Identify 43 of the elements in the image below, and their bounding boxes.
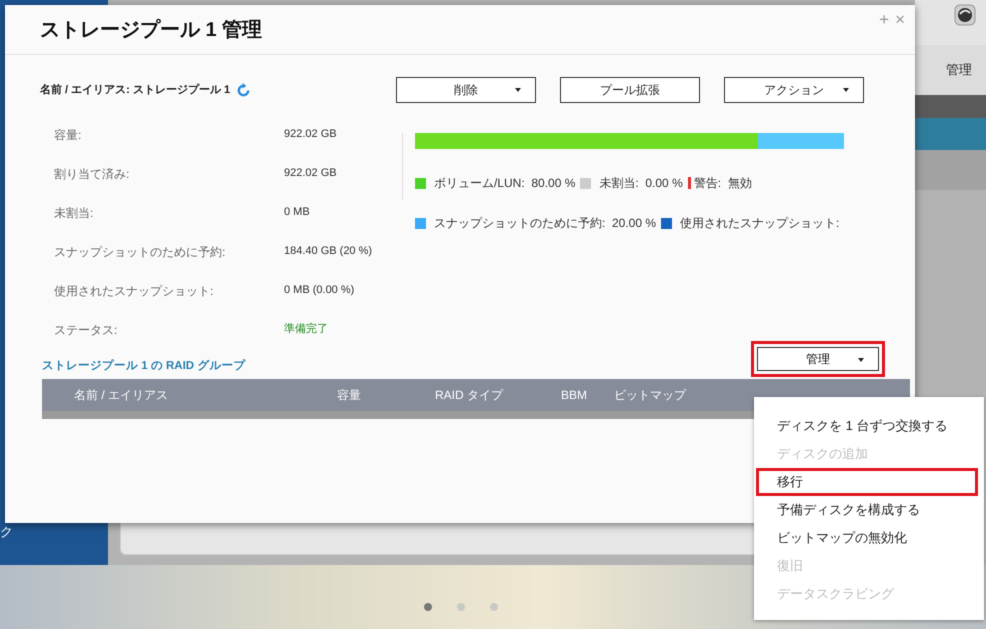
row-bar: [915, 150, 986, 190]
menu-item[interactable]: 予備ディスクを構成する: [756, 496, 978, 524]
detail-label: 使用されたスナップショット:: [54, 282, 214, 300]
header-bar: [915, 95, 986, 118]
column-header: ビットマップ: [614, 387, 688, 404]
detail-value: 184.40 GB (20 %): [284, 244, 372, 260]
detail-value: 922.02 GB: [284, 127, 337, 142]
refresh-icon[interactable]: [236, 82, 252, 98]
dialog-title: ストレージプール 1 管理: [40, 18, 262, 42]
detail-value: 0 MB (0.00 %): [284, 283, 354, 298]
tab[interactable]: 管理: [915, 45, 986, 95]
menu-item[interactable]: 移行: [756, 468, 978, 496]
column-header: RAID タイプ: [434, 387, 504, 404]
column-header: BBM: [560, 387, 588, 404]
detail-label: 容量:: [54, 126, 82, 144]
toolbar-button[interactable]: プール拡張: [560, 77, 700, 103]
detail-label: 割り当て済み:: [54, 166, 130, 182]
detail-value: 0 MB: [284, 205, 310, 220]
status-value: 準備完了: [284, 322, 328, 338]
legend-label: スナップショットのために予約: 20.00 %: [434, 215, 656, 232]
column-header: 名前 / エイリアス: [74, 387, 170, 404]
caret-icon: [858, 358, 864, 362]
legend-label: 警告: 無効: [694, 175, 752, 192]
app-icon[interactable]: [954, 4, 976, 26]
menu-item[interactable]: ビットマップの無効化: [756, 524, 978, 552]
section-title: ストレージプール 1 の RAID グループ: [42, 358, 246, 374]
detail-value: 922.02 GB: [284, 166, 337, 182]
legend-label: ボリューム/LUN: 80.00 %: [434, 175, 576, 192]
legend-label: 未割当: 0.00 %: [599, 175, 683, 192]
toolbar-button[interactable]: アクション: [724, 77, 864, 103]
caret-icon: [843, 88, 849, 92]
caret-icon: [515, 88, 521, 92]
detail-label: ステータス:: [54, 322, 118, 338]
legend-label: 使用されたスナップショット:: [680, 215, 840, 232]
sidebar-label: ク: [0, 523, 13, 541]
pool-name-label: 名前 / エイリアス: ストレージプール 1: [40, 82, 230, 98]
detail-label: スナップショットのために予約:: [54, 244, 226, 260]
column-header: 容量: [336, 387, 362, 404]
selected-row: [915, 118, 986, 150]
toolbar-button[interactable]: 削除: [396, 77, 536, 103]
manage-button[interactable]: 管理: [757, 347, 879, 371]
menu-item[interactable]: ディスクを 1 台ずつ交換する: [756, 412, 978, 440]
detail-label: 未割当:: [54, 204, 94, 222]
